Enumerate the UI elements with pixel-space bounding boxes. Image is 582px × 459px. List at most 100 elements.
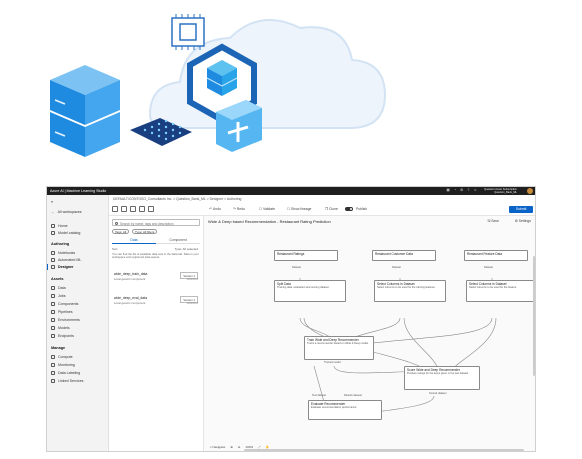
nav-home[interactable]: Home xyxy=(51,224,68,228)
palette-icon[interactable] xyxy=(112,206,118,212)
undo-label: Undo xyxy=(212,207,221,211)
node-restaurant-ratings[interactable]: Restaurant Ratings xyxy=(274,250,338,261)
toolbar: ↶ Undo ↷ Redo ☐ Validate ☐ Show lineage … xyxy=(109,204,535,216)
zoom-in-icon[interactable]: ⊕ xyxy=(230,445,233,449)
node-train-wide-deep[interactable]: Train Wide and Deep Recommender Trains a… xyxy=(304,336,374,360)
nav-label: Components xyxy=(58,302,79,306)
clone-button[interactable]: ❐ Clone xyxy=(325,207,338,211)
submit-label: Submit xyxy=(515,207,527,211)
publish-toggle[interactable] xyxy=(345,207,353,211)
canvas-controls: ⌖ Navigator ⊕ ⊖ 100% ⤢ ✋ xyxy=(210,445,269,449)
filter-chip-type[interactable]: Type: All filters xyxy=(132,229,158,234)
hand-tool-icon[interactable]: ✋ xyxy=(266,445,270,449)
search-input[interactable]: Search by name, tags and description xyxy=(112,219,200,226)
nav-notebooks[interactable]: Notebooks xyxy=(51,251,75,255)
nav-section-authoring: Authoring xyxy=(51,242,70,246)
nav-hamburger[interactable]: ≡ xyxy=(51,200,53,204)
node-split-data[interactable]: Split Data Training data, evaluation and… xyxy=(274,280,346,302)
search-icon[interactable] xyxy=(121,206,127,212)
node-evaluate-recommender[interactable]: Evaluate Recommender Evaluate recommenda… xyxy=(308,400,382,420)
navigator-label: Navigator xyxy=(212,445,226,449)
nav-model-catalog[interactable]: Model catalog xyxy=(51,231,80,235)
breadcrumb[interactable]: DEFAULT/CONTOSO_Consultants Inc. > Quest… xyxy=(113,197,241,201)
menu-icon: ≡ xyxy=(51,200,54,204)
environments-icon xyxy=(51,318,55,322)
navigator-button[interactable]: ⌖ Navigator xyxy=(210,445,225,449)
nav-label: Monitoring xyxy=(58,363,75,367)
account-info[interactable]: Questers Azure Subscription Question_Ban… xyxy=(484,188,517,195)
fit-screen-icon[interactable]: ⤢ xyxy=(258,445,260,449)
node-subtitle: Select columns to be used for the traini… xyxy=(377,286,435,290)
nav-monitoring[interactable]: Monitoring xyxy=(51,363,75,367)
nav-section-manage: Manage xyxy=(51,346,66,350)
smiley-icon[interactable]: ☺ xyxy=(473,188,477,192)
info-icon[interactable] xyxy=(148,206,154,212)
node-restaurant-feature[interactable]: Restaurant Feature Data xyxy=(464,250,528,261)
node-select-columns-2[interactable]: Select Columns in Dataset Select columns… xyxy=(466,280,534,302)
nav-label: Data Labeling xyxy=(58,371,81,375)
refresh-icon[interactable] xyxy=(139,206,145,212)
models-icon xyxy=(51,326,55,330)
nav-automated-ml[interactable]: Automated ML xyxy=(51,258,81,262)
pipeline-canvas[interactable]: Wide & Deep based Recommendation - Resta… xyxy=(204,216,535,451)
gear-icon[interactable]: ⚙ xyxy=(460,188,463,192)
node-restaurant-customer[interactable]: Restaurant Customer Data xyxy=(372,250,436,261)
compute-icon xyxy=(51,355,55,359)
vertical-scrollbar[interactable] xyxy=(533,256,535,376)
pipelines-icon xyxy=(51,310,55,314)
nav-environments[interactable]: Environments xyxy=(51,318,80,322)
list-item[interactable]: wide_deep_train_data Local generic compo… xyxy=(112,272,200,292)
nav-label: Jobs xyxy=(58,294,66,298)
help-icon[interactable]: ? xyxy=(467,188,469,192)
nav-label: Compute xyxy=(58,355,73,359)
zoom-out-icon[interactable]: ⊖ xyxy=(238,445,241,449)
port-label: Test dataset xyxy=(312,394,326,397)
layers-icon[interactable] xyxy=(130,206,136,212)
nav-data-labeling[interactable]: Data Labeling xyxy=(51,371,80,375)
nav-designer[interactable]: Designer xyxy=(47,264,73,270)
port-label: Dataset xyxy=(292,266,301,269)
sort-control[interactable]: Sort xyxy=(112,247,118,251)
show-lineage-button[interactable]: ☐ Show lineage xyxy=(287,207,311,211)
submit-button[interactable]: Submit xyxy=(509,206,533,213)
redo-button[interactable]: ↷ Redo xyxy=(233,207,245,211)
nav-all-workspaces[interactable]: ← All workspaces xyxy=(51,210,82,214)
nav-data[interactable]: Data xyxy=(51,286,66,290)
app-brand: Azure AI | Machine Learning Studio xyxy=(50,189,107,193)
search-placeholder: Search by name, tags and description xyxy=(120,221,174,226)
nav-section-assets: Assets xyxy=(51,277,64,281)
node-score-wide-deep[interactable]: Score Wide and Deep Recommender Produce … xyxy=(404,366,480,390)
node-subtitle: Select columns to be used for the featur… xyxy=(469,286,517,290)
validate-button[interactable]: ☐ Validate xyxy=(259,207,275,211)
bell-icon[interactable]: ◔ xyxy=(454,188,456,192)
filter-row: Sort Type: All selected xyxy=(112,247,200,251)
undo-button[interactable]: ↶ Undo xyxy=(209,207,221,211)
hero-illustration xyxy=(50,14,387,157)
asset-library-panel: Search by name, tags and description Tag… xyxy=(109,216,204,451)
tab-data[interactable]: Data xyxy=(112,238,156,244)
nav-jobs[interactable]: Jobs xyxy=(51,294,66,298)
tab-component[interactable]: Component xyxy=(156,238,200,244)
nav-linked-services[interactable]: Linked Services xyxy=(51,379,83,383)
avatar[interactable] xyxy=(527,188,533,194)
nav-label: Linked Services xyxy=(58,379,84,383)
horizontal-scrollbar[interactable] xyxy=(244,449,524,451)
nav-compute[interactable]: Compute xyxy=(51,355,73,359)
type-filter[interactable]: Type: All selected xyxy=(175,247,198,251)
node-select-columns-1[interactable]: Select Columns in Dataset Select columns… xyxy=(374,280,446,302)
node-title: Restaurant Customer Data xyxy=(375,251,413,256)
nav-components[interactable]: Components xyxy=(51,302,78,306)
jobs-icon xyxy=(51,294,55,298)
validate-label: Validate xyxy=(262,207,275,211)
catalog-icon xyxy=(51,231,55,235)
nav-pipelines[interactable]: Pipelines xyxy=(51,310,73,314)
nav-label: Automated ML xyxy=(58,258,82,262)
filter-chip-tags[interactable]: Tags: All xyxy=(112,229,130,234)
nav-label: Environments xyxy=(58,318,80,322)
item-date: 10/8/2023 xyxy=(186,302,198,305)
grid-icon[interactable]: ▦ xyxy=(447,188,450,192)
nav-endpoints[interactable]: Endpoints xyxy=(51,334,74,338)
list-item[interactable]: wide_deep_eval_data Local generic compon… xyxy=(112,296,200,316)
nav-models[interactable]: Models xyxy=(51,326,70,330)
port-label: Trained model xyxy=(324,361,341,364)
